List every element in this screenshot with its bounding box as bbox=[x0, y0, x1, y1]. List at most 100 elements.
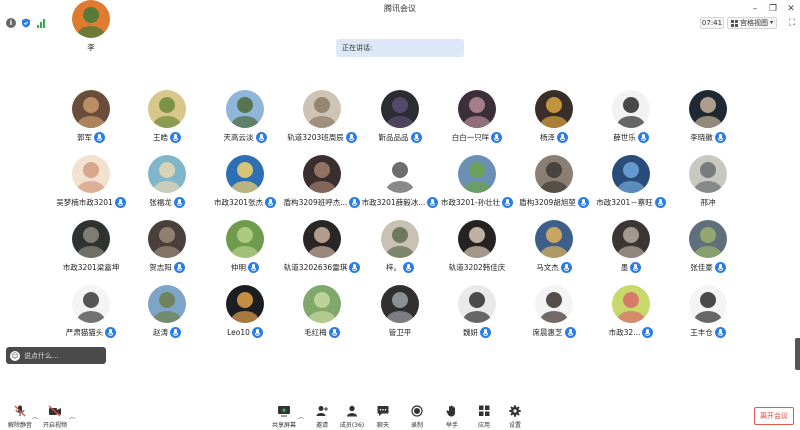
participant-avatar bbox=[72, 220, 110, 258]
participant-name: 杨泽 bbox=[540, 132, 555, 142]
participant-avatar bbox=[303, 285, 341, 323]
participant-name: 市政32... bbox=[608, 327, 641, 337]
window-title: 腾讯会议 bbox=[384, 4, 416, 13]
participant-name: 贺志阳 bbox=[149, 262, 172, 272]
participant-avatar bbox=[689, 90, 727, 128]
participant-avatar bbox=[148, 220, 186, 258]
participant-name: 吴梦楠市政3201 bbox=[56, 197, 113, 207]
muted-mic-icon bbox=[14, 405, 26, 417]
participant-avatar bbox=[226, 155, 264, 193]
participant-tile[interactable]: 王丰仓 bbox=[660, 285, 756, 349]
leave-meeting-button[interactable]: 离开会议 bbox=[754, 407, 794, 425]
apps-icon bbox=[479, 405, 490, 416]
participant-name: 张福龙 bbox=[149, 197, 172, 207]
participant-name: 靳品品品 bbox=[378, 132, 409, 142]
participant-avatar bbox=[458, 155, 496, 193]
mic-active-icon bbox=[173, 196, 185, 208]
record-button[interactable]: 录制 bbox=[397, 405, 437, 429]
settings-button[interactable]: 设置 bbox=[495, 405, 535, 429]
mic-active-icon bbox=[642, 326, 654, 338]
participant-avatar bbox=[612, 220, 650, 258]
participant-avatar bbox=[226, 285, 264, 323]
mic-active-icon bbox=[480, 326, 491, 338]
participant-avatar bbox=[72, 155, 110, 193]
raise-hand-icon bbox=[446, 405, 455, 417]
participant-name: 仲明 bbox=[231, 262, 246, 272]
participant-avatar bbox=[226, 90, 264, 128]
mic-active-icon bbox=[714, 261, 726, 273]
participant-avatar bbox=[72, 285, 110, 323]
mic-active-icon bbox=[173, 261, 185, 273]
participant-tile[interactable]: 邢冲 bbox=[660, 155, 756, 219]
participant-avatar bbox=[381, 285, 419, 323]
gear-icon bbox=[509, 405, 521, 417]
participant-name: 市政3201薛毅冰... bbox=[361, 197, 426, 207]
side-panel-handle[interactable] bbox=[795, 338, 800, 370]
mic-active-icon bbox=[255, 131, 267, 143]
participant-name: 郭军 bbox=[77, 132, 92, 142]
participant-avatar bbox=[689, 220, 727, 258]
participant-tile[interactable]: 张佳豪 bbox=[660, 220, 756, 284]
chevron-down-icon: ▾ bbox=[770, 19, 774, 26]
record-label: 录制 bbox=[410, 422, 423, 429]
shield-icon[interactable] bbox=[21, 18, 31, 28]
participant-avatar bbox=[72, 90, 110, 128]
participant-name-row: 李晓徽 bbox=[660, 131, 756, 143]
participant-name: 王丰仓 bbox=[690, 327, 713, 337]
mic-active-icon bbox=[564, 326, 576, 338]
participant-name: 市政3201张杰 bbox=[213, 197, 264, 207]
view-mode-button[interactable]: 宫格视图 ▾ bbox=[727, 17, 778, 29]
participant-name: 天高云淡 bbox=[223, 132, 254, 142]
participant-avatar bbox=[226, 220, 264, 258]
video-off-icon bbox=[48, 405, 61, 417]
fullscreen-icon[interactable]: ⛶ bbox=[786, 17, 798, 29]
mic-active-icon bbox=[491, 131, 503, 143]
participant-avatar bbox=[148, 155, 186, 193]
mic-active-icon bbox=[251, 326, 263, 338]
participant-avatar bbox=[612, 285, 650, 323]
participant-avatar bbox=[458, 285, 496, 323]
participant-name: 轨道3202韩佳庆 bbox=[448, 262, 506, 272]
participant-avatar bbox=[535, 285, 573, 323]
participant-avatar bbox=[535, 155, 573, 193]
participant-name: 邢冲 bbox=[700, 197, 716, 207]
participant-name: 市政3201梁嘉坤 bbox=[62, 262, 120, 272]
participant-name: Leo10 bbox=[227, 327, 250, 337]
close-icon[interactable]: ✕ bbox=[786, 4, 796, 14]
unmute-label: 解除静音 bbox=[7, 422, 32, 429]
video-options-icon[interactable]: ︿ bbox=[69, 412, 75, 421]
mic-active-icon bbox=[94, 131, 105, 143]
participant-name: 李 bbox=[87, 42, 95, 52]
participant-name-row: 王丰仓 bbox=[660, 326, 756, 338]
participant-name: 轨道3203班周辰 bbox=[287, 132, 344, 142]
participant-avatar bbox=[535, 90, 573, 128]
participant-tile[interactable]: 李晓徽 bbox=[660, 90, 756, 154]
mic-active-icon bbox=[560, 261, 572, 273]
mic-active-icon bbox=[328, 326, 340, 338]
mic-active-icon bbox=[637, 131, 649, 143]
participant-name: 白白一只咩 bbox=[451, 132, 490, 142]
minimize-icon[interactable]: – bbox=[750, 4, 760, 14]
mic-active-icon bbox=[714, 326, 726, 338]
participant-avatar bbox=[612, 90, 650, 128]
participant-avatar bbox=[148, 285, 186, 323]
participant-name: 李晓徽 bbox=[690, 132, 713, 142]
chat-input[interactable]: ☺ 说点什么... bbox=[6, 347, 106, 364]
participant-name: 张佳豪 bbox=[690, 262, 713, 272]
members-icon bbox=[347, 405, 357, 417]
participant-tile[interactable]: 李 bbox=[43, 0, 139, 64]
info-icon[interactable]: i bbox=[6, 18, 16, 28]
emoji-icon[interactable]: ☺ bbox=[10, 350, 20, 361]
restore-icon[interactable]: ❐ bbox=[768, 4, 778, 14]
participant-avatar bbox=[72, 0, 110, 38]
participant-name: 市政3201－蔡旺 bbox=[596, 197, 653, 207]
share-screen-icon bbox=[278, 406, 290, 417]
view-mode-label: 宫格视图 bbox=[740, 19, 768, 27]
participant-avatar bbox=[535, 220, 573, 258]
mic-active-icon bbox=[403, 261, 414, 273]
participant-name: 毛红梅 bbox=[304, 327, 327, 337]
participant-name: 轨道3202636雷琪 bbox=[283, 262, 348, 272]
participant-avatar bbox=[381, 90, 419, 128]
speaking-indicator: 正在讲话: bbox=[336, 39, 464, 57]
participant-name-row: 张佳豪 bbox=[660, 261, 756, 273]
